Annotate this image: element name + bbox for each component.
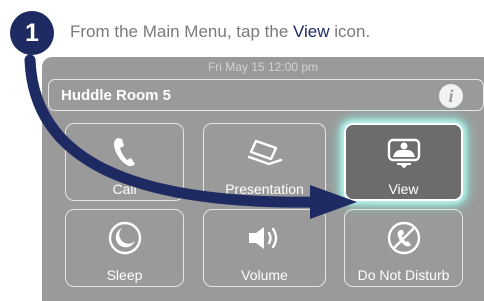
instruction-highlight: View [293, 22, 330, 41]
call-label: Call [112, 181, 137, 197]
volume-button[interactable]: Volume [203, 209, 326, 287]
room-header-bar: Huddle Room 5 i [48, 79, 484, 111]
do-not-disturb-button[interactable]: Do Not Disturb [344, 209, 463, 287]
instruction-text: From the Main Menu, tap the View icon. [70, 22, 370, 42]
camera-view-icon [387, 138, 420, 169]
instruction-text-after: icon. [329, 22, 371, 41]
moon-icon [108, 221, 141, 255]
view-button[interactable]: View [344, 123, 463, 201]
call-button[interactable]: Call [65, 123, 184, 201]
do-not-disturb-icon [387, 221, 420, 255]
volume-label: Volume [241, 267, 288, 283]
step-number-badge: 1 [10, 11, 54, 55]
do-not-disturb-label: Do Not Disturb [357, 267, 450, 283]
instruction-text-before: From the Main Menu, tap the [70, 22, 293, 41]
room-name: Huddle Room 5 [61, 87, 172, 104]
status-datetime: Fri May 15 12:00 pm [207, 60, 319, 74]
sleep-label: Sleep [106, 267, 143, 283]
speaker-icon [248, 227, 277, 249]
phone-icon [113, 138, 135, 167]
presentation-label: Presentation [225, 181, 304, 197]
info-icon[interactable]: i [439, 84, 463, 108]
presentation-button[interactable]: Presentation [203, 123, 326, 201]
view-label: View [388, 181, 419, 197]
sleep-button[interactable]: Sleep [65, 209, 184, 287]
laptop-icon [247, 139, 282, 166]
page-indicator [256, 293, 272, 301]
touch-panel-screen: Fri May 15 12:00 pm Huddle Room 5 i Call… [42, 57, 484, 301]
